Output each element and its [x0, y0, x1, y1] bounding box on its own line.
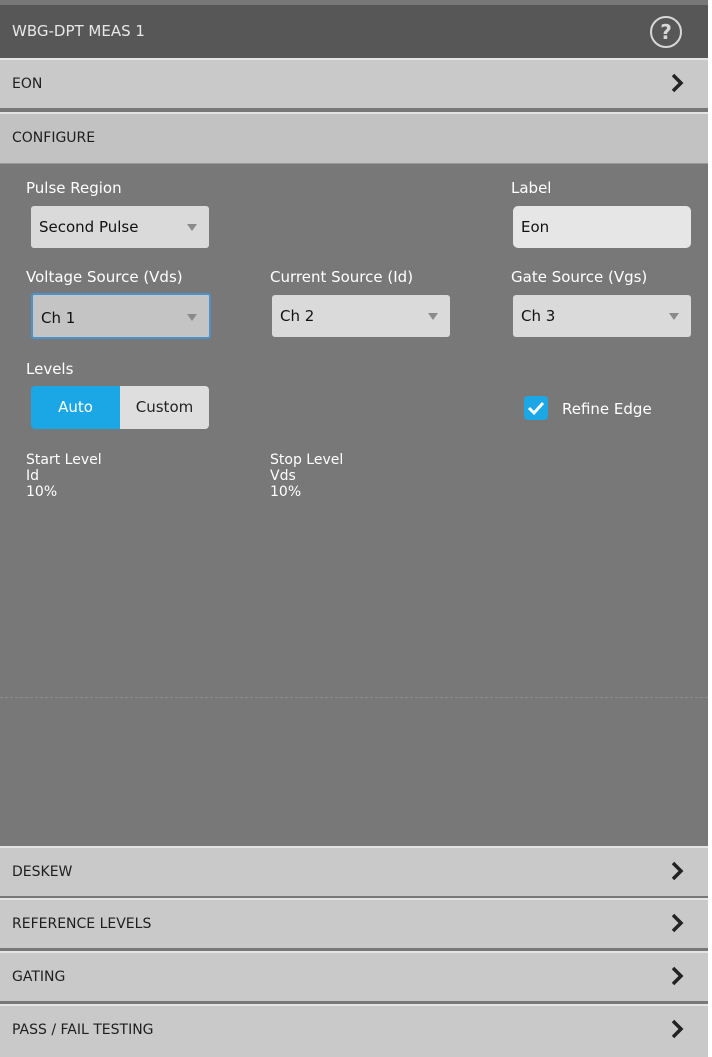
chevron-right-icon — [671, 966, 684, 986]
start-level-info: Start Level Id 10% — [26, 452, 102, 500]
start-level-title: Start Level — [26, 452, 102, 468]
label-field-label: Label — [511, 179, 552, 197]
gate-source-value: Ch 3 — [521, 307, 556, 325]
panel-title: WBG-DPT MEAS 1 — [12, 22, 145, 40]
title-bar: WBG-DPT MEAS 1 ? — [0, 5, 708, 58]
section-reference-levels[interactable]: REFERENCE LEVELS — [0, 898, 708, 948]
dropdown-arrow-icon — [187, 224, 197, 231]
pulse-region-label: Pulse Region — [26, 179, 122, 197]
levels-label: Levels — [26, 360, 74, 378]
section-configure[interactable]: CONFIGURE — [0, 112, 708, 164]
voltage-source-dropdown[interactable]: Ch 1 — [31, 293, 211, 339]
chevron-right-icon — [671, 861, 684, 881]
stop-level-title: Stop Level — [270, 452, 344, 468]
section-pass-fail[interactable]: PASS / FAIL TESTING — [0, 1004, 708, 1057]
levels-auto-button[interactable]: Auto — [31, 386, 120, 429]
section-eon-label: EON — [12, 76, 43, 92]
gate-source-label: Gate Source (Vgs) — [511, 268, 648, 286]
stop-level-source: Vds — [270, 468, 296, 484]
pulse-region-value: Second Pulse — [39, 218, 139, 236]
voltage-source-value: Ch 1 — [41, 309, 76, 327]
stop-level-percent: 10% — [270, 484, 302, 500]
current-source-dropdown[interactable]: Ch 2 — [272, 295, 450, 337]
label-input-value: Eon — [521, 218, 550, 236]
levels-toggle: Auto Custom — [31, 386, 209, 429]
measurement-panel: WBG-DPT MEAS 1 ? EON CONFIGURE Pulse Reg… — [0, 0, 708, 1057]
section-eon[interactable]: EON — [0, 58, 708, 108]
current-source-label: Current Source (Id) — [270, 268, 414, 286]
stop-level-info: Stop Level Vds 10% — [270, 452, 343, 500]
levels-custom-button[interactable]: Custom — [120, 386, 209, 429]
section-deskew[interactable]: DESKEW — [0, 846, 708, 896]
pulse-region-dropdown[interactable]: Second Pulse — [31, 206, 209, 248]
start-level-percent: 10% — [26, 484, 58, 500]
section-deskew-label: DESKEW — [12, 864, 73, 880]
help-icon[interactable]: ? — [650, 16, 682, 48]
divider — [0, 697, 708, 698]
dropdown-arrow-icon — [187, 314, 197, 321]
checkmark-icon — [527, 401, 545, 416]
refine-edge-checkbox[interactable] — [524, 396, 548, 420]
configure-body: Pulse Region Second Pulse Label Eon Volt… — [0, 165, 708, 846]
chevron-right-icon — [671, 913, 684, 933]
start-level-source: Id — [26, 468, 40, 484]
label-input[interactable]: Eon — [513, 206, 691, 248]
section-gating[interactable]: GATING — [0, 951, 708, 1001]
current-source-value: Ch 2 — [280, 307, 315, 325]
refine-edge-label: Refine Edge — [562, 400, 652, 418]
section-gating-label: GATING — [12, 969, 66, 985]
section-reference-levels-label: REFERENCE LEVELS — [12, 916, 152, 932]
chevron-right-icon — [671, 73, 684, 93]
dropdown-arrow-icon — [669, 313, 679, 320]
dropdown-arrow-icon — [428, 313, 438, 320]
chevron-right-icon — [671, 1019, 684, 1039]
gate-source-dropdown[interactable]: Ch 3 — [513, 295, 691, 337]
section-configure-label: CONFIGURE — [12, 130, 96, 146]
voltage-source-label: Voltage Source (Vds) — [26, 268, 183, 286]
section-pass-fail-label: PASS / FAIL TESTING — [12, 1022, 154, 1038]
